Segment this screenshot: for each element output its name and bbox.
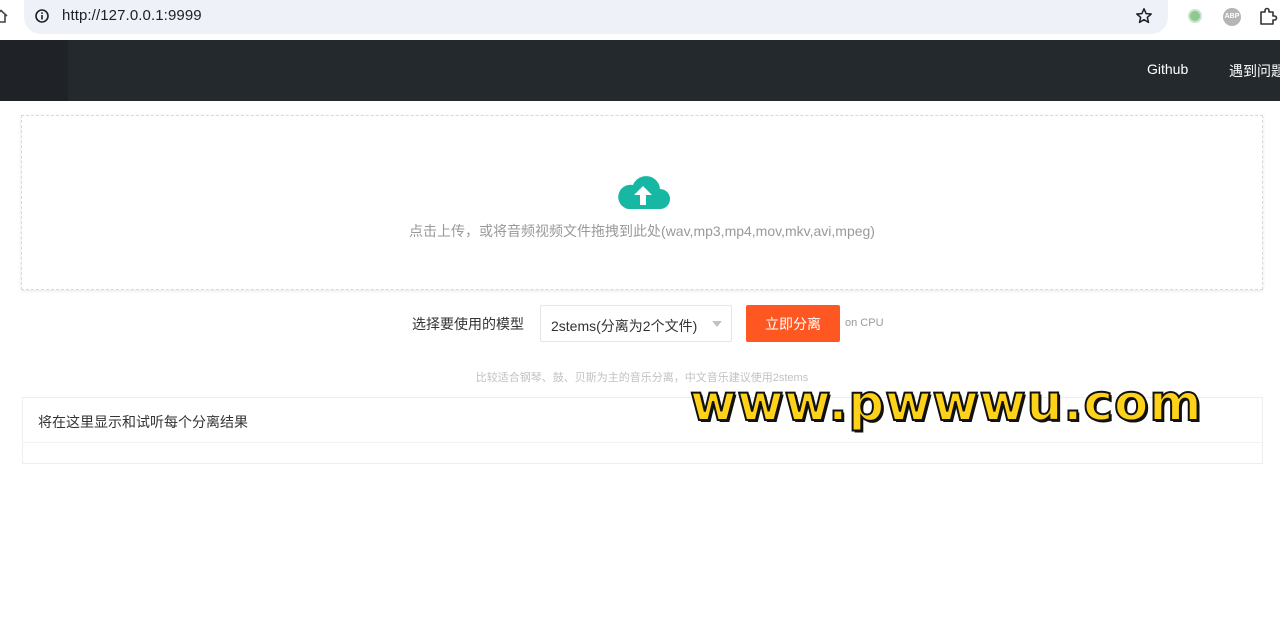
- address-bar[interactable]: http://127.0.0.1:9999: [24, 0, 1168, 34]
- abp-icon[interactable]: ABP: [1223, 8, 1241, 26]
- upload-hint-text: 点击上传，或将音频视频文件拖拽到此处(wav,mp3,mp4,mov,mkv,a…: [409, 223, 875, 239]
- nav-github-link[interactable]: Github: [1147, 61, 1188, 77]
- app-header: Github 遇到问题: [0, 40, 1280, 101]
- home-icon[interactable]: [0, 9, 8, 23]
- header-logo-area: [0, 40, 68, 101]
- upload-dropzone[interactable]: 点击上传，或将音频视频文件拖拽到此处(wav,mp3,mp4,mov,mkv,a…: [21, 115, 1263, 290]
- model-select-value[interactable]: 2stems(分离为2个文件): [551, 316, 697, 336]
- browser-toolbar: http://127.0.0.1:9999 ABP: [0, 0, 1280, 40]
- result-title: 将在这里显示和试听每个分离结果: [38, 414, 248, 430]
- url-text[interactable]: http://127.0.0.1:9999: [62, 7, 202, 24]
- chevron-down-icon[interactable]: [712, 321, 722, 327]
- extension-icon[interactable]: [1188, 9, 1202, 23]
- star-icon[interactable]: [1135, 7, 1153, 25]
- info-icon[interactable]: [35, 9, 49, 23]
- model-select[interactable]: 2stems(分离为2个文件): [540, 305, 732, 342]
- model-label: 选择要使用的模型: [412, 316, 524, 332]
- puzzle-icon[interactable]: [1258, 7, 1278, 27]
- cloud-upload-icon: [618, 176, 670, 209]
- device-text: on CPU: [845, 317, 884, 329]
- nav-help-link[interactable]: 遇到问题: [1229, 61, 1280, 81]
- watermark: www.pwwwu.com: [689, 373, 1203, 433]
- separate-button[interactable]: 立即分离: [746, 305, 840, 342]
